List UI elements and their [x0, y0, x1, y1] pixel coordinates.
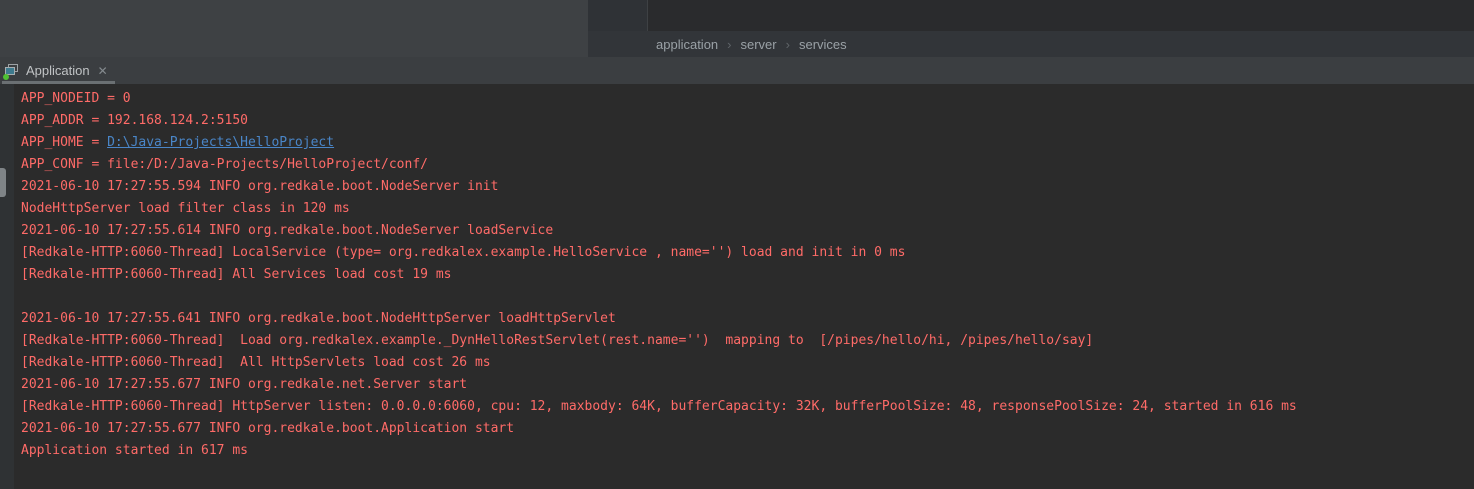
log-text: 2021-06-10 17:27:55.614 INFO org.redkale…	[21, 223, 553, 238]
log-line: APP_HOME = D:\Java-Projects\HelloProject	[21, 132, 1464, 154]
log-text: 2021-06-10 17:27:55.677 INFO org.redkale…	[21, 377, 467, 392]
run-console: APP_NODEID = 0 APP_ADDR = 192.168.124.2:5…	[0, 84, 1474, 489]
log-text: [Redkale-HTTP:6060-Thread] All Services …	[21, 267, 451, 282]
log-line: [Redkale-HTTP:6060-Thread] LocalService …	[21, 242, 1464, 264]
scrollbar-thumb[interactable]	[0, 168, 6, 197]
log-line: APP_ADDR = 192.168.124.2:5150	[21, 110, 1464, 132]
editor-pane[interactable]	[0, 0, 588, 57]
run-tab-bar: Application ✕	[0, 57, 1474, 84]
log-text: APP_HOME =	[21, 135, 107, 150]
log-line: APP_CONF = file:/D:/Java-Projects/HelloP…	[21, 154, 1464, 176]
tab-application-label: Application	[26, 63, 90, 78]
log-line: 2021-06-10 17:27:55.677 INFO org.redkale…	[21, 374, 1464, 396]
log-text: APP_ADDR = 192.168.124.2:5150	[21, 113, 248, 128]
tab-close-icon[interactable]: ✕	[98, 65, 108, 77]
breadcrumb-item-services[interactable]: services	[799, 37, 847, 52]
log-line: 2021-06-10 17:27:55.641 INFO org.redkale…	[21, 308, 1464, 330]
log-line: Application started in 617 ms	[21, 440, 1464, 462]
log-line: 2021-06-10 17:27:55.594 INFO org.redkale…	[21, 176, 1464, 198]
tab-application[interactable]: Application ✕	[0, 57, 118, 84]
running-status-dot	[3, 74, 9, 80]
editor-gutter-panel	[588, 0, 647, 31]
log-text: [Redkale-HTTP:6060-Thread] LocalService …	[21, 245, 905, 260]
log-text: [Redkale-HTTP:6060-Thread] All HttpServl…	[21, 355, 491, 370]
log-line: [Redkale-HTTP:6060-Thread] All Services …	[21, 264, 1464, 286]
log-text: 2021-06-10 17:27:55.677 INFO org.redkale…	[21, 421, 514, 436]
log-text: APP_CONF = file:/D:/Java-Projects/HelloP…	[21, 157, 428, 172]
file-path-link[interactable]: D:\Java-Projects\HelloProject	[107, 135, 334, 150]
breadcrumb-separator-icon: ›	[777, 37, 799, 52]
log-text: APP_NODEID = 0	[21, 91, 131, 106]
breadcrumb: application›server›services	[588, 31, 1474, 57]
run-console-icon	[4, 63, 20, 79]
log-line: NodeHttpServer load filter class in 120 …	[21, 198, 1464, 220]
log-line: [Redkale-HTTP:6060-Thread] All HttpServl…	[21, 352, 1464, 374]
ide-window: application›server›services Application …	[0, 0, 1474, 489]
log-text: [Redkale-HTTP:6060-Thread] HttpServer li…	[21, 399, 1297, 414]
breadcrumb-item-server[interactable]: server	[741, 37, 777, 52]
log-line: 2021-06-10 17:27:55.614 INFO org.redkale…	[21, 220, 1464, 242]
log-text: [Redkale-HTTP:6060-Thread] Load org.redk…	[21, 333, 1093, 348]
console-log: APP_NODEID = 0 APP_ADDR = 192.168.124.2:5…	[21, 88, 1464, 462]
log-line: [Redkale-HTTP:6060-Thread] Load org.redk…	[21, 330, 1464, 352]
breadcrumb-separator-icon: ›	[718, 37, 740, 52]
console-gutter	[0, 84, 14, 489]
log-line: 2021-06-10 17:27:55.677 INFO org.redkale…	[21, 418, 1464, 440]
log-text: 2021-06-10 17:27:55.641 INFO org.redkale…	[21, 311, 616, 326]
log-text: NodeHttpServer load filter class in 120 …	[21, 201, 350, 216]
editor-right-panel	[647, 0, 1474, 31]
log-text: Application started in 617 ms	[21, 443, 248, 458]
log-line: [Redkale-HTTP:6060-Thread] HttpServer li…	[21, 396, 1464, 418]
log-line	[21, 286, 1464, 308]
log-line: APP_NODEID = 0	[21, 88, 1464, 110]
breadcrumb-item-application[interactable]: application	[656, 37, 718, 52]
log-text: 2021-06-10 17:27:55.594 INFO org.redkale…	[21, 179, 498, 194]
